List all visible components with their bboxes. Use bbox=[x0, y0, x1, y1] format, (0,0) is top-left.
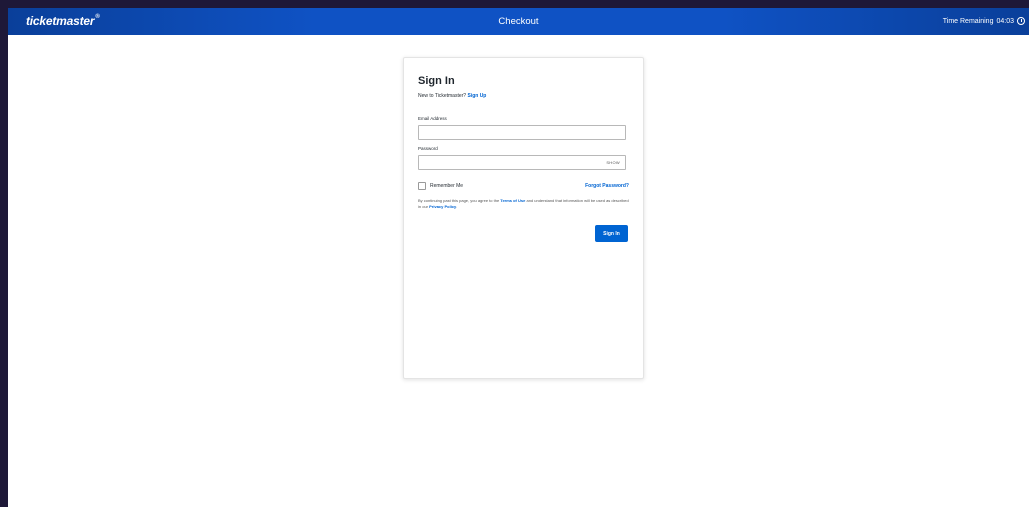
email-label: Email Address bbox=[418, 116, 447, 121]
sign-in-title: Sign In bbox=[418, 75, 455, 87]
remember-me-label: Remember Me bbox=[430, 183, 464, 189]
terms-of-use-link[interactable]: Terms of Use bbox=[500, 198, 525, 203]
timer-value: 04:03 bbox=[996, 17, 1014, 25]
time-remaining: Time Remaining 04:03 bbox=[943, 17, 1025, 25]
password-field[interactable] bbox=[418, 155, 626, 170]
email-field[interactable] bbox=[418, 125, 626, 140]
window-frame-left bbox=[0, 8, 8, 507]
password-label: Password bbox=[418, 146, 438, 151]
sign-in-card: Sign In New to Ticketmaster? Sign Up Ema… bbox=[403, 57, 644, 379]
window-frame-top bbox=[0, 0, 1029, 8]
terms-prefix: By continuing past this page, you agree … bbox=[418, 198, 500, 203]
remember-me-checkbox[interactable] bbox=[418, 182, 426, 190]
page-title: Checkout bbox=[498, 16, 539, 27]
new-user-prompt: New to Ticketmaster? Sign Up bbox=[418, 93, 486, 99]
terms-notice: By continuing past this page, you agree … bbox=[418, 198, 630, 210]
sign-up-link[interactable]: Sign Up bbox=[467, 93, 486, 99]
sign-in-button[interactable]: Sign In bbox=[595, 225, 628, 242]
privacy-policy-link[interactable]: Privacy Policy bbox=[429, 204, 456, 209]
show-password-button[interactable]: SHOW bbox=[606, 160, 620, 165]
remember-me[interactable]: Remember Me bbox=[418, 182, 463, 190]
terms-suffix: . bbox=[456, 204, 458, 209]
forgot-password-link[interactable]: Forgot Password? bbox=[585, 183, 629, 189]
new-user-text: New to Ticketmaster? bbox=[418, 93, 467, 99]
timer-label: Time Remaining bbox=[942, 17, 994, 25]
page-content: Sign In New to Ticketmaster? Sign Up Ema… bbox=[8, 35, 1029, 507]
clock-icon bbox=[1017, 17, 1025, 25]
password-field-wrapper: SHOW bbox=[418, 155, 626, 170]
checkout-header: ticketmaster® Checkout Time Remaining 04… bbox=[8, 8, 1029, 35]
